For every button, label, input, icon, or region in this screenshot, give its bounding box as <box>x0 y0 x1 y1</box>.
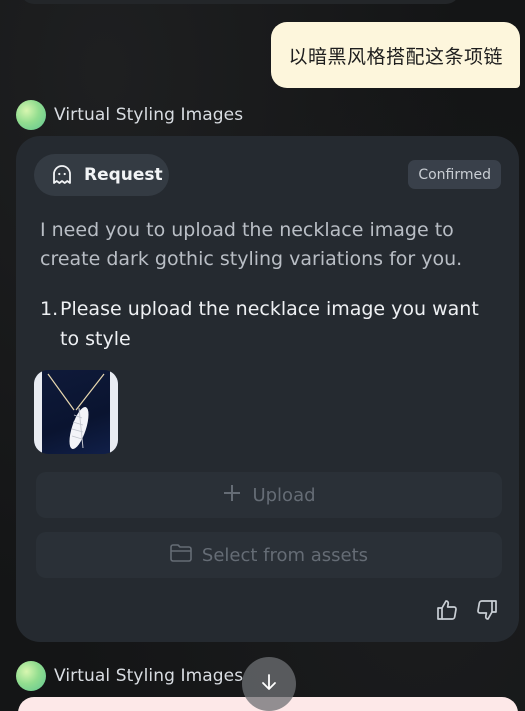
folder-icon <box>170 543 192 567</box>
user-message-text: 以暗黑风格搭配这条项链 <box>288 45 503 68</box>
agent-header-second: Virtual Styling Images <box>16 661 243 691</box>
request-intro-text: I need you to upload the necklace image … <box>40 219 463 270</box>
upload-button[interactable]: Upload <box>36 472 502 518</box>
request-pill: Request <box>34 154 169 196</box>
request-label: Request <box>84 165 163 185</box>
necklace-thumbnail[interactable] <box>34 370 118 454</box>
agent-avatar <box>16 100 46 130</box>
select-from-assets-button[interactable]: Select from assets <box>36 532 502 578</box>
upload-label: Upload <box>252 484 316 506</box>
select-from-assets-label: Select from assets <box>201 544 369 566</box>
thumbs-up-icon[interactable] <box>435 598 459 622</box>
agent-header: Virtual Styling Images <box>16 100 243 130</box>
agent-avatar <box>16 661 46 691</box>
feedback-actions <box>435 598 499 622</box>
ghost-icon <box>50 163 74 187</box>
thumbs-down-icon[interactable] <box>475 598 499 622</box>
necklace-pendant-graphic <box>47 373 105 450</box>
plus-icon <box>222 483 242 508</box>
agent-name: Virtual Styling Images <box>54 666 244 686</box>
user-message-bubble: 以暗黑风格搭配这条项链 <box>271 22 520 88</box>
agent-name: Virtual Styling Images <box>54 105 244 125</box>
request-card: Request Confirmed I need you to upload t… <box>16 136 519 642</box>
request-step: 1. Please upload the necklace image you … <box>40 294 500 354</box>
arrow-down-icon <box>259 672 279 696</box>
step-number: 1. <box>40 298 59 320</box>
scroll-to-bottom-button[interactable] <box>242 657 296 711</box>
step-text: Please upload the necklace image you wan… <box>60 298 479 350</box>
previous-message-card <box>20 0 460 4</box>
status-badge: Confirmed <box>408 160 501 189</box>
